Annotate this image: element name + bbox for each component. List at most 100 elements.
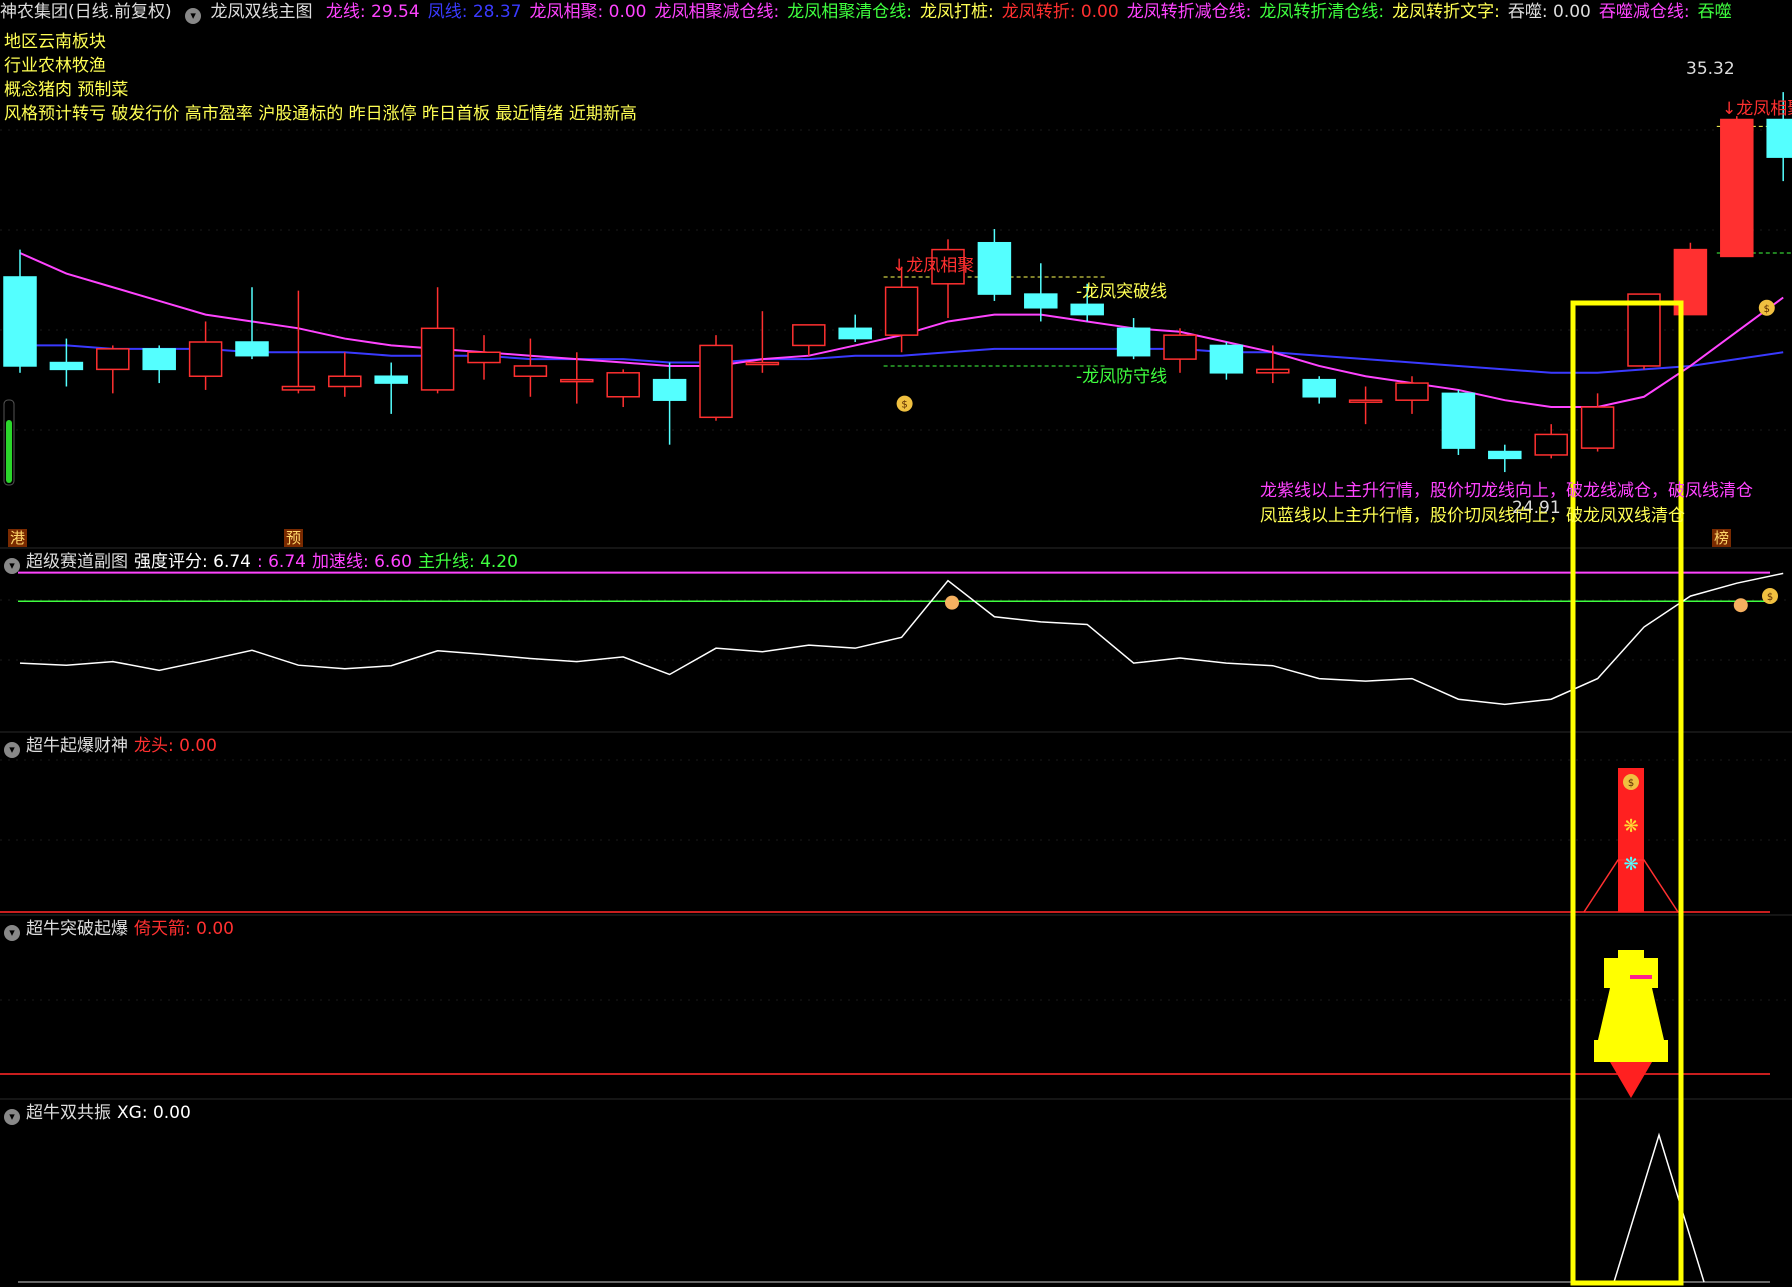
candle-body-3 (142, 348, 176, 371)
info-line-1: 行业农林牧渔 (4, 56, 106, 76)
candle-body-28 (1302, 378, 1336, 398)
collapse-icon[interactable]: ▾ (185, 8, 202, 24)
svg-text:$: $ (1628, 778, 1634, 789)
panel-value-0: XG: 0.00 (117, 1103, 191, 1123)
candle-body-21 (977, 241, 1012, 295)
header-value-7: 龙凤转折减仓线: (1126, 2, 1252, 22)
candle-body-6 (281, 385, 316, 391)
header-value-9: 龙凤转折文字: (1392, 2, 1500, 22)
panel-value-2: 加速线: 6.60 (311, 552, 412, 572)
tag-bang: 榜 (1712, 529, 1732, 547)
candle-body-1 (49, 361, 84, 371)
candle-body-31 (1441, 392, 1476, 449)
candle-body-26 (1209, 344, 1244, 374)
gauge-fill (6, 420, 12, 483)
candle-body-9 (420, 327, 455, 391)
candle-body-11 (513, 365, 548, 377)
panel-title-strength[interactable]: ▾ 超级赛道副图 强度评分: 6.74: 6.74 加速线: 6.60 主升线: 4.2… (4, 550, 524, 574)
candle-body-23 (1070, 303, 1104, 316)
header-value-2: 龙凤相聚: 0.00 (529, 2, 647, 22)
candle-body-14 (652, 378, 687, 401)
candle-body-24 (1116, 327, 1151, 357)
panel-name: 超牛起爆财神 (26, 736, 128, 756)
candle-body-15 (699, 344, 733, 419)
candle-body-32 (1488, 450, 1522, 460)
gather-label: ↓龙凤相聚 (892, 256, 975, 276)
candle-body-17 (792, 324, 826, 347)
candle-body-19 (884, 286, 919, 336)
candle-body-7 (328, 375, 362, 388)
candle-body-18 (838, 327, 872, 340)
butterfly-icon: ❋ (1623, 816, 1638, 837)
gather-label-right: ↓龙凤相聚 (1722, 99, 1792, 119)
header-value-0: 龙线: 29.54 (325, 2, 420, 22)
header-value-8: 龙凤转折清仓线: (1259, 2, 1385, 22)
indicator-title: 龙凤双线主图 (210, 2, 313, 22)
candle-body-10 (467, 351, 501, 364)
candle-body-33 (1534, 433, 1568, 456)
panel-value-3: 主升线: 4.20 (417, 552, 518, 572)
panel-title-breakout[interactable]: ▾ 超牛突破起爆 倚天箭: 0.00 (4, 917, 240, 941)
header-value-11: 吞噬减仓线: (1598, 2, 1690, 22)
candle-body-25 (1163, 334, 1197, 360)
hand-pointer-icon (945, 595, 959, 610)
candle-body-22 (1024, 293, 1058, 309)
candle-body-12 (560, 378, 594, 383)
candle-body-13 (606, 372, 640, 398)
candle-body-2 (96, 348, 130, 371)
candle-body-5 (235, 341, 269, 357)
candle-body-8 (374, 375, 408, 384)
hand-pointer-icon (1733, 598, 1748, 613)
panel-value-0: 倚天箭: 0.00 (134, 919, 234, 939)
candle-body-16 (745, 361, 780, 366)
stock-title: 神农集团(日线.前复权) (0, 2, 172, 22)
info-line-0: 地区云南板块 (4, 32, 106, 52)
panel-name: 超级赛道副图 (26, 552, 128, 572)
svg-text:$: $ (1767, 592, 1773, 603)
strategy-note-2: 凤蓝线以上主升行情，股价切凤线向上，破龙凤双线清仓 (1260, 506, 1685, 526)
panel-title-caishen[interactable]: ▾ 超牛起爆财神 龙头: 0.00 (4, 734, 223, 758)
candle-body-34 (1580, 406, 1615, 449)
chart-canvas: ❋ ❋ $ $ $ $ (0, 0, 1792, 1287)
panel-name: 超牛双共振 (26, 1103, 111, 1123)
header-value-3: 龙凤相聚减仓线: (654, 2, 780, 22)
header-values: 龙线: 29.54 凤线: 28.37 龙凤相聚: 0.00 龙凤相聚减仓线: 龙凤相聚… (326, 2, 1740, 22)
header-value-1: 凤线: 28.37 (427, 2, 522, 22)
candle-body-37 (1720, 118, 1754, 258)
panel-title-resonance[interactable]: ▾ 超牛双共振 XG: 0.00 (4, 1101, 197, 1125)
collapse-icon[interactable]: ▾ (4, 925, 20, 941)
tag-gang: 港 (8, 529, 28, 547)
strategy-note-1: 龙紫线以上主升行情，股价切龙线向上，破龙线减仓，破凤线清仓 (1260, 481, 1753, 501)
money-bag-icon: $ (1762, 588, 1778, 604)
collapse-icon[interactable]: ▾ (4, 558, 20, 574)
header-value-12: 吞噬 (1697, 2, 1732, 22)
price-high-label: 35.32 (1686, 59, 1735, 79)
tag-yu: 预 (284, 529, 304, 547)
collapse-icon[interactable]: ▾ (4, 742, 20, 758)
money-bag-icon: $ (1623, 774, 1639, 790)
svg-text:$: $ (901, 400, 907, 411)
butterfly-icon: ❋ (1623, 854, 1638, 875)
candle-body-4 (188, 341, 223, 377)
money-bag-icon: $ (1758, 299, 1775, 316)
panel-value-0: 龙头: 0.00 (134, 736, 217, 756)
svg-text:$: $ (1764, 304, 1770, 315)
breakout-line-label: -龙凤突破线 (1076, 282, 1168, 302)
candle-body-27 (1256, 368, 1290, 374)
candle-body-29 (1348, 399, 1383, 403)
info-line-2: 概念猪肉 预制菜 (4, 80, 129, 100)
header-value-6: 龙凤转折: 0.00 (1001, 2, 1119, 22)
panel-name: 超牛突破起爆 (26, 919, 128, 939)
header-value-5: 龙凤打桩: (919, 2, 994, 22)
header-bar: 神农集团(日线.前复权) ▾ 龙凤双线主图 龙线: 29.54 凤线: 28.37… (0, 0, 1792, 24)
header-value-10: 吞噬: 0.00 (1507, 2, 1591, 22)
panel-value-1: : 6.74 (256, 552, 306, 572)
candle-body-0 (3, 276, 37, 367)
panel-value-0: 强度评分: 6.74 (134, 552, 251, 572)
defense-line-label: -龙凤防守线 (1076, 367, 1168, 387)
money-bag-icon: $ (896, 395, 913, 412)
candle-body-30 (1395, 382, 1429, 401)
header-value-4: 龙凤相聚清仓线: (787, 2, 912, 22)
collapse-icon[interactable]: ▾ (4, 1109, 20, 1125)
info-line-3: 风格预计转亏 破发行价 高市盈率 沪股通标的 昨日涨停 昨日首板 最近情绪 近期… (4, 104, 637, 124)
